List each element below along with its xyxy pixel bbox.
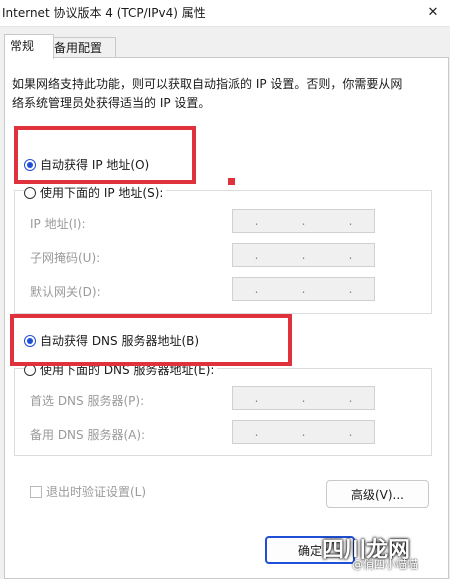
ip-separator: .	[348, 282, 353, 296]
ip-separator: .	[301, 425, 306, 439]
ip-separator: .	[348, 425, 353, 439]
advanced-button[interactable]: 高级(V)...	[326, 480, 429, 508]
close-icon[interactable]: ✕	[416, 0, 450, 24]
subnet-mask-field[interactable]: ...	[232, 243, 375, 267]
radio-manual-ip-indicator[interactable]	[24, 186, 36, 199]
validate-on-exit-label: 退出时验证设置(L)	[46, 485, 147, 499]
ip-separator: .	[348, 391, 353, 405]
default-gateway-label: 默认网关(D):	[30, 285, 101, 299]
ip-separator: .	[301, 282, 306, 296]
ip-separator: .	[254, 214, 259, 228]
radio-auto-ip[interactable]: 自动获得 IP 地址(O)	[24, 156, 149, 173]
ip-separator: .	[348, 248, 353, 262]
radio-auto-ip-indicator[interactable]	[24, 158, 36, 171]
radio-manual-ip-label: 使用下面的 IP 地址(S):	[40, 186, 164, 200]
subnet-mask-label: 子网掩码(U):	[30, 251, 101, 265]
alternate-dns-label: 备用 DNS 服务器(A):	[30, 428, 146, 442]
default-gateway-field[interactable]: ...	[232, 277, 375, 301]
watermark-author: @俏四小喵喵	[352, 558, 418, 571]
ip-separator: .	[348, 214, 353, 228]
validate-on-exit-checkbox[interactable]	[30, 485, 42, 498]
preferred-dns-label: 首选 DNS 服务器(P):	[30, 394, 145, 408]
ip-address-label: IP 地址(I):	[30, 217, 86, 231]
ip-separator: .	[254, 282, 259, 296]
highlight-auto-ip	[14, 126, 196, 184]
highlight-marker	[228, 178, 235, 185]
ip-separator: .	[301, 248, 306, 262]
radio-manual-ip[interactable]: 使用下面的 IP 地址(S):	[24, 184, 167, 201]
radio-auto-dns[interactable]: 自动获得 DNS 服务器地址(B)	[24, 332, 199, 349]
validate-on-exit[interactable]: 退出时验证设置(L)	[30, 483, 146, 500]
ip-address-field[interactable]: ...	[232, 209, 375, 233]
ip-separator: .	[254, 425, 259, 439]
tab-general[interactable]: 常规	[4, 34, 54, 59]
preferred-dns-field[interactable]: ...	[232, 386, 375, 410]
title-bar: Internet 协议版本 4 (TCP/IPv4) 属性 ✕	[0, 0, 450, 27]
alternate-dns-field[interactable]: ...	[232, 420, 375, 444]
radio-auto-dns-label: 自动获得 DNS 服务器地址(B)	[40, 334, 200, 348]
ip-separator: .	[301, 391, 306, 405]
window-title: Internet 协议版本 4 (TCP/IPv4) 属性	[2, 6, 206, 20]
ip-separator: .	[301, 214, 306, 228]
ip-separator: .	[254, 391, 259, 405]
tab-alternate-config[interactable]: 备用配置	[48, 37, 116, 58]
description-text: 如果网络支持此功能，则可以获取自动指派的 IP 设置。否则，你需要从网络系统管理…	[12, 77, 403, 110]
radio-auto-ip-label: 自动获得 IP 地址(O)	[40, 158, 150, 172]
ip-separator: .	[254, 248, 259, 262]
radio-auto-dns-indicator[interactable]	[24, 334, 36, 347]
